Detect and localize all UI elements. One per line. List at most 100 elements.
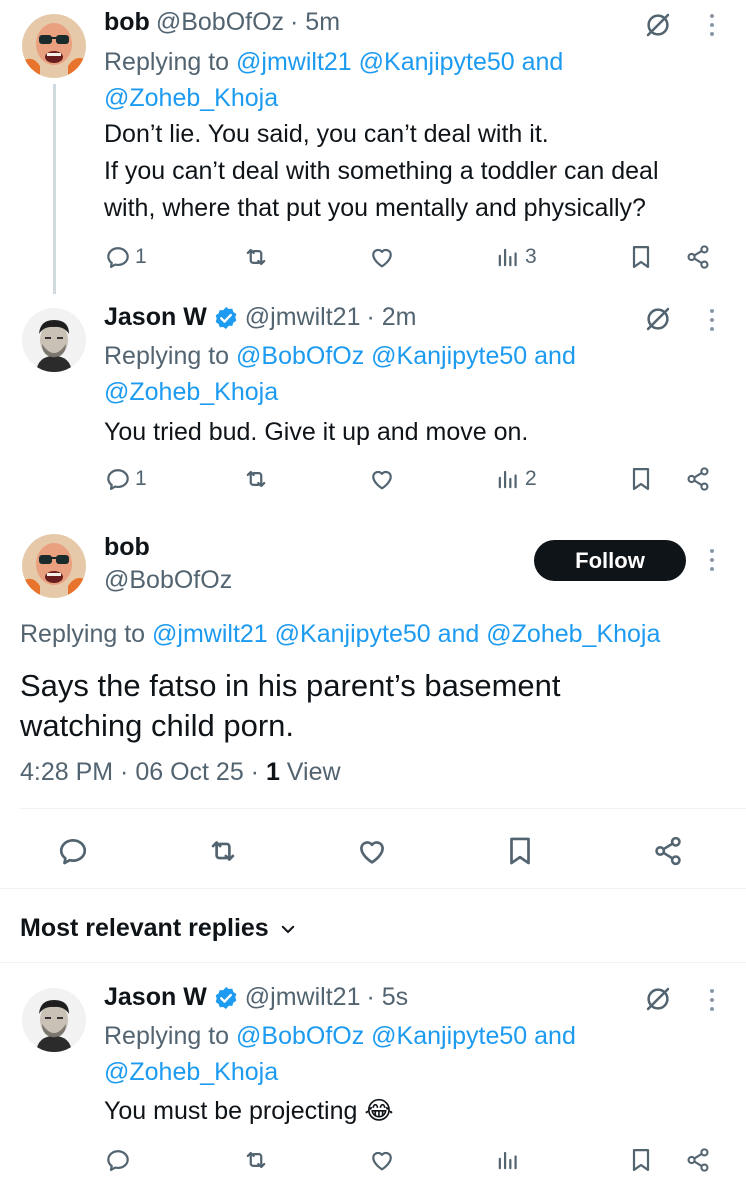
post-time[interactable]: · 5m xyxy=(290,8,340,37)
grok-icon[interactable] xyxy=(643,10,673,40)
reply-button[interactable]: 1 xyxy=(104,465,147,493)
grok-icon[interactable] xyxy=(643,304,673,334)
reply-count: 1 xyxy=(135,467,147,490)
heart-icon xyxy=(368,243,396,271)
display-name[interactable]: Jason W xyxy=(104,983,207,1012)
share-icon xyxy=(651,834,685,868)
avatar[interactable] xyxy=(22,988,86,1052)
follow-button[interactable]: Follow xyxy=(534,540,686,581)
tweet-actions: 1 2 xyxy=(104,465,724,499)
reply-button[interactable] xyxy=(56,834,90,868)
bookmark-icon xyxy=(627,465,655,493)
bookmark-button[interactable] xyxy=(627,1146,655,1174)
post-timestamp: 4:28 PM · 06 Oct 25 · 1 View xyxy=(20,758,341,787)
user-handle[interactable]: @BobOfOz xyxy=(156,8,284,37)
tweet-text: You must be projecting 😂 xyxy=(104,1093,394,1130)
retweet-button[interactable] xyxy=(206,834,240,868)
view-label: View xyxy=(286,758,341,786)
retweet-button[interactable] xyxy=(242,465,270,493)
bookmark-icon xyxy=(503,834,537,868)
share-button[interactable] xyxy=(684,243,712,271)
bookmark-button[interactable] xyxy=(503,834,537,868)
more-options-icon[interactable] xyxy=(707,309,717,336)
tweet-text-line: Says the fatso in his parent’s basement xyxy=(20,668,561,703)
replies-sort-label: Most relevant replies xyxy=(20,914,269,942)
user-handle[interactable]: @jmwilt21 xyxy=(245,983,361,1012)
retweet-icon xyxy=(242,1146,270,1174)
more-options-icon[interactable] xyxy=(707,989,717,1016)
avatar[interactable] xyxy=(22,308,86,372)
tweet-text: Says the fatso in his parent’s basement … xyxy=(20,666,720,746)
more-options-icon[interactable] xyxy=(707,14,717,41)
views-button[interactable]: 3 xyxy=(494,243,537,271)
avatar[interactable] xyxy=(22,14,86,78)
post-time[interactable]: · 2m xyxy=(366,303,416,332)
replies-sort-dropdown[interactable]: Most relevant replies xyxy=(20,914,297,943)
mentioned-user[interactable]: @Zoheb_Khoja xyxy=(104,1058,278,1086)
share-button[interactable] xyxy=(684,1146,712,1174)
retweet-icon xyxy=(242,465,270,493)
reply-icon xyxy=(56,834,90,868)
grok-icon[interactable] xyxy=(643,984,673,1014)
retweet-icon xyxy=(242,243,270,271)
tweet-text-line: You must be projecting xyxy=(104,1097,358,1125)
mentioned-user[interactable]: @Zoheb_Khoja xyxy=(104,84,278,112)
replying-to: Replying to @BobOfOz @Kanjipyte50 and @Z… xyxy=(104,1018,576,1090)
like-button[interactable] xyxy=(355,834,389,868)
reply-icon xyxy=(104,465,132,493)
display-name[interactable]: bob xyxy=(104,533,150,562)
share-button[interactable] xyxy=(651,834,685,868)
display-name[interactable]: bob xyxy=(104,8,150,37)
tweet-text-line: You tried bud. Give it up and move on. xyxy=(104,418,529,446)
tweet-text-line: Don’t lie. You said, you can’t deal with… xyxy=(104,120,549,148)
reply-button[interactable] xyxy=(104,1146,132,1174)
like-button[interactable] xyxy=(368,243,396,271)
views-button[interactable] xyxy=(494,1146,522,1174)
tweet-text-line: with, where that put you mentally and ph… xyxy=(104,194,646,222)
retweet-button[interactable] xyxy=(242,1146,270,1174)
view-count: 3 xyxy=(525,245,537,268)
replying-to: Replying to @BobOfOz @Kanjipyte50 and @Z… xyxy=(104,338,576,410)
chevron-down-icon xyxy=(281,925,294,933)
user-handle[interactable]: @jmwilt21 xyxy=(245,303,361,332)
mentioned-users[interactable]: @jmwilt21 @Kanjipyte50 and xyxy=(236,48,563,76)
more-options-icon[interactable] xyxy=(707,549,717,576)
reply-icon xyxy=(104,243,132,271)
focused-tweet-actions xyxy=(56,834,696,870)
mentioned-users[interactable]: @BobOfOz @Kanjipyte50 and xyxy=(236,1022,576,1050)
divider xyxy=(0,962,746,963)
laughing-emoji: 😂 xyxy=(364,1097,394,1125)
tweet-header: bob @BobOfOz · 5m xyxy=(104,8,340,37)
tweet-text: You tried bud. Give it up and move on. xyxy=(104,414,528,451)
reply-icon xyxy=(104,1146,132,1174)
views-icon xyxy=(494,465,522,493)
share-button[interactable] xyxy=(684,465,712,493)
reply-button[interactable]: 1 xyxy=(104,243,147,271)
bookmark-button[interactable] xyxy=(627,465,655,493)
replying-prefix: Replying to xyxy=(104,48,230,76)
mentioned-user[interactable]: @Zoheb_Khoja xyxy=(104,378,278,406)
thread-connector-line xyxy=(53,84,56,294)
like-button[interactable] xyxy=(368,465,396,493)
retweet-icon xyxy=(206,834,240,868)
mentioned-users[interactable]: @BobOfOz @Kanjipyte50 and xyxy=(236,342,576,370)
timestamp-text[interactable]: 4:28 PM · 06 Oct 25 · xyxy=(20,758,266,786)
views-button[interactable]: 2 xyxy=(494,465,537,493)
bookmark-icon xyxy=(627,1146,655,1174)
replying-to: Replying to @jmwilt21 @Kanjipyte50 and @… xyxy=(104,44,563,116)
tweet-actions xyxy=(104,1146,724,1180)
display-name[interactable]: Jason W xyxy=(104,303,207,332)
verified-badge-icon xyxy=(213,985,239,1011)
replying-prefix: Replying to xyxy=(104,1022,230,1050)
views-icon xyxy=(494,243,522,271)
retweet-button[interactable] xyxy=(242,243,270,271)
share-icon xyxy=(684,1146,712,1174)
like-button[interactable] xyxy=(368,1146,396,1174)
divider xyxy=(20,808,746,809)
mentioned-users[interactable]: @jmwilt21 @Kanjipyte50 and @Zoheb_Khoja xyxy=(152,620,660,648)
bookmark-button[interactable] xyxy=(627,243,655,271)
avatar[interactable] xyxy=(22,534,86,598)
post-time[interactable]: · 5s xyxy=(366,983,408,1012)
share-icon xyxy=(684,243,712,271)
user-handle[interactable]: @BobOfOz xyxy=(104,566,232,595)
